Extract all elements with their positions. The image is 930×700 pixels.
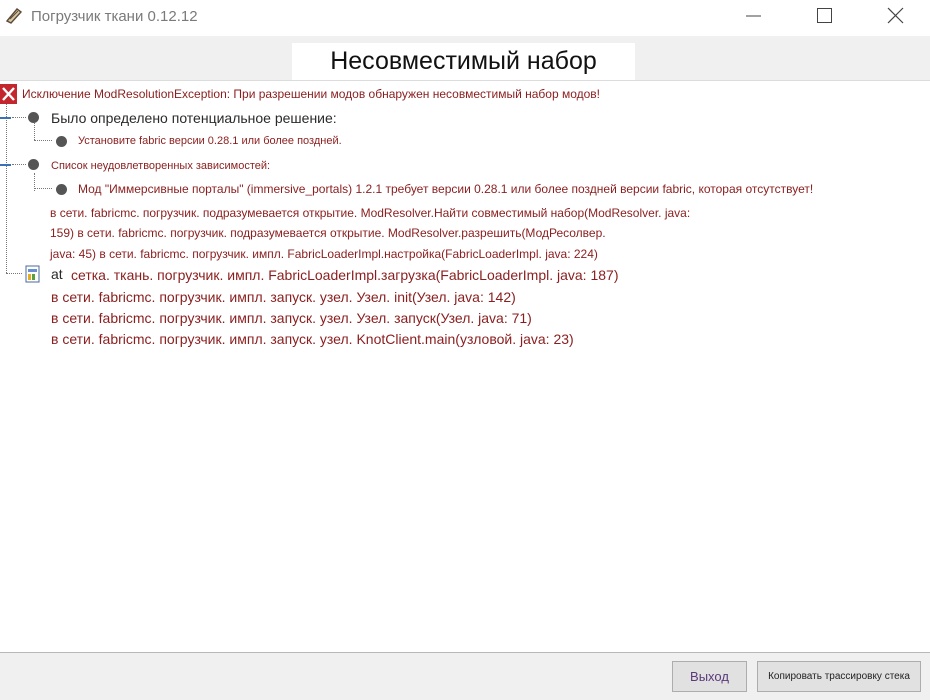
tree-line [34, 188, 52, 189]
maximize-button[interactable] [802, 0, 848, 32]
bullet-icon [56, 136, 67, 147]
stack-line-first: сетка. ткань. погрузчик. импл. FabricLoa… [71, 267, 619, 283]
collapse-toggle[interactable] [0, 117, 11, 119]
copy-stacktrace-button[interactable]: Копировать трассировку стека [757, 661, 921, 692]
solution-heading: Было определено потенциальное решение: [51, 110, 337, 126]
stack-at-keyword: at [51, 266, 63, 282]
trace-line: java: 45) в сети. fabricmc. погрузчик. и… [50, 247, 598, 261]
maximize-icon [817, 8, 832, 23]
tree-line [12, 164, 26, 165]
stack-line: в сети. fabricmc. погрузчик. импл. запус… [51, 289, 516, 305]
exit-button[interactable]: Выход [672, 661, 747, 692]
bullet-icon [28, 159, 39, 170]
page-title: Несовместимый набор модов! [292, 43, 635, 111]
tree-line [6, 273, 22, 274]
error-tree[interactable]: Исключение ModResolutionException: При р… [0, 80, 930, 653]
exception-message: Исключение ModResolutionException: При р… [22, 87, 601, 101]
tree-line [34, 140, 52, 141]
solution-item: Установите fabric версии 0.28.1 или боле… [78, 135, 342, 147]
bullet-icon [28, 112, 39, 123]
tree-line [34, 120, 35, 140]
close-icon [887, 7, 904, 24]
minimize-button[interactable] [738, 0, 784, 32]
stack-line: в сети. fabricmc. погрузчик. импл. запус… [51, 310, 532, 326]
collapse-toggle[interactable] [0, 164, 11, 166]
fabric-loader-icon [5, 8, 23, 24]
button-bar: Выход Копировать трассировку стека [0, 652, 930, 700]
header-panel: Несовместимый набор модов! [0, 36, 930, 111]
title-bar: Погрузчик ткани 0.12.12 [0, 0, 930, 36]
tree-line [12, 117, 26, 118]
trace-line: в сети. fabricmc. погрузчик. подразумева… [50, 206, 691, 220]
dependencies-heading: Список неудовлетворенных зависимостей: [51, 160, 271, 172]
tree-line [6, 101, 7, 273]
stack-line: в сети. fabricmc. погрузчик. импл. запус… [51, 331, 574, 347]
error-icon [0, 84, 17, 104]
document-icon [25, 265, 40, 283]
close-button[interactable] [872, 0, 918, 32]
window-title: Погрузчик ткани 0.12.12 [31, 8, 198, 25]
minimize-icon [746, 15, 761, 17]
bullet-icon [56, 184, 67, 195]
dependency-item: Мод "Иммерсивные порталы" (immersive_por… [78, 182, 814, 196]
trace-line: 159) в сети. fabricmc. погрузчик. подраз… [50, 226, 606, 240]
